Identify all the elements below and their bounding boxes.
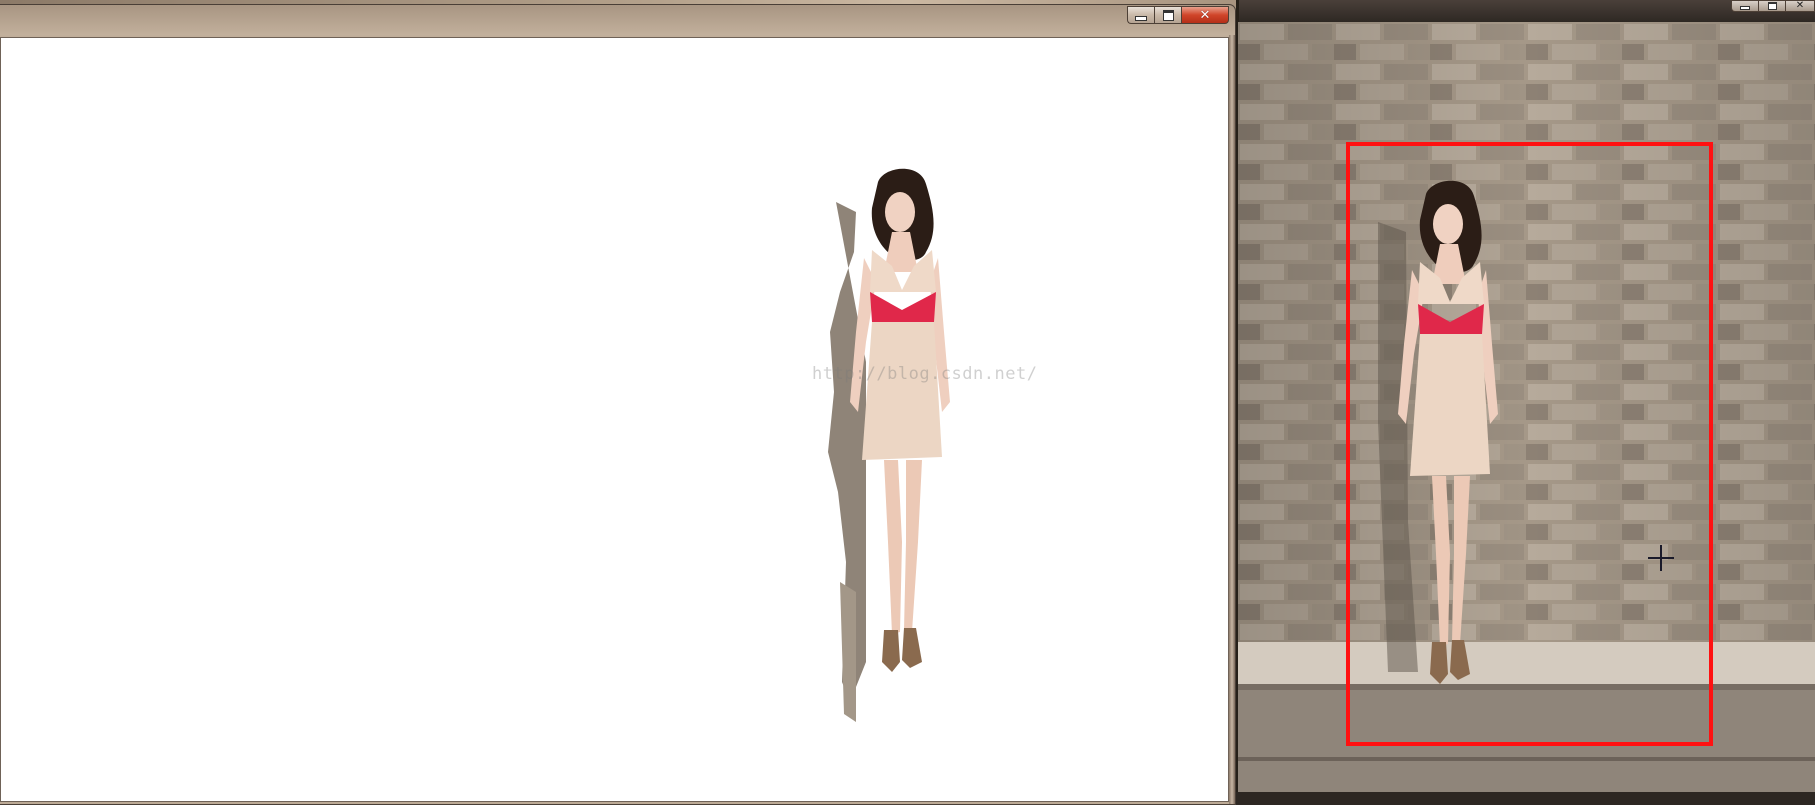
segmented-person-image xyxy=(828,168,950,722)
result-canvas[interactable] xyxy=(0,37,1229,802)
result-window: ✕ xyxy=(0,4,1236,805)
close-button[interactable]: ✕ xyxy=(1785,0,1815,12)
maximize-icon xyxy=(1767,2,1777,10)
caption-buttons: ✕ xyxy=(1731,0,1815,12)
maximize-button[interactable] xyxy=(1758,0,1785,12)
watermark-text: http://blog.csdn.net/ xyxy=(812,364,1038,384)
close-icon: ✕ xyxy=(1795,0,1805,11)
close-button[interactable]: ✕ xyxy=(1181,6,1229,24)
minimize-button[interactable] xyxy=(1127,6,1154,24)
maximize-icon xyxy=(1162,9,1174,21)
window-border xyxy=(1229,35,1235,804)
minimize-button[interactable] xyxy=(1731,0,1758,12)
caption-buttons: ✕ xyxy=(1127,6,1229,24)
close-icon: ✕ xyxy=(1199,7,1211,23)
minimize-icon xyxy=(1740,5,1750,10)
source-window-titlebar[interactable]: ✕ xyxy=(1239,0,1815,22)
source-window-bottom-border xyxy=(1236,792,1815,805)
crosshair-cursor-icon xyxy=(1648,545,1674,571)
result-window-titlebar[interactable]: ✕ xyxy=(0,5,1235,35)
maximize-button[interactable] xyxy=(1154,6,1181,24)
grabcut-selection-rectangle[interactable] xyxy=(1346,142,1713,746)
minimize-icon xyxy=(1135,15,1147,21)
